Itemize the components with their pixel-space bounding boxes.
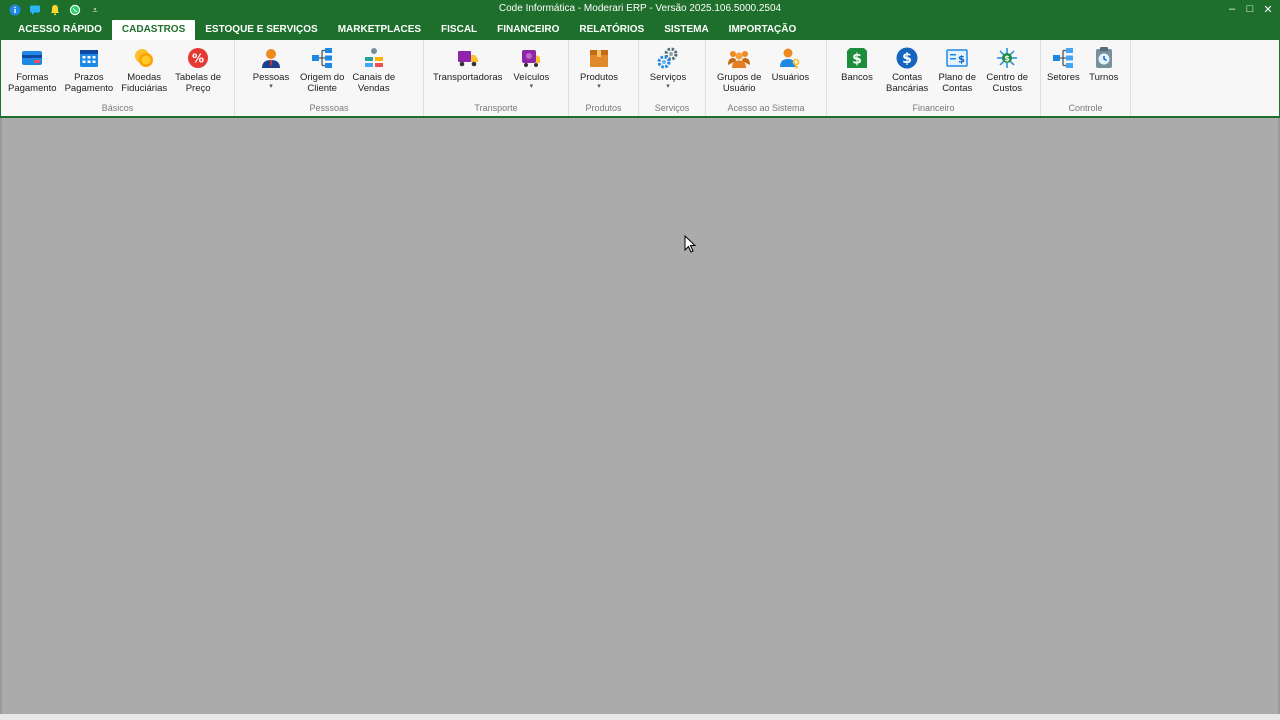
group-label-acesso-sistema: Acesso ao Sistema (727, 103, 805, 113)
ribbon-group-financeiro: $ Bancos $ Contas Bancárias $ Plano de C… (827, 40, 1041, 116)
svg-text:%: % (192, 52, 204, 66)
mouse-cursor-icon (684, 235, 696, 253)
hierarchy-icon (310, 46, 334, 70)
chart-accounts-icon: $ (945, 46, 969, 70)
coins-icon (132, 46, 156, 70)
user-key-icon (778, 46, 802, 70)
ribbon-group-pessoas: Pessoas ▾ Origem do Cliente Canais de Ve… (235, 40, 424, 116)
ribbon-group-servicos: Serviços ▾ Serviços (639, 40, 706, 116)
moedas-fiduciarias-button[interactable]: Moedas Fiduciárias (118, 44, 170, 102)
person-icon (259, 46, 283, 70)
tab-importacao[interactable]: IMPORTAÇÃO (719, 20, 807, 40)
shift-clock-icon (1092, 46, 1116, 70)
centro-de-custos-button[interactable]: $ Centro de Custos (983, 44, 1031, 102)
setores-button[interactable]: Setores (1044, 44, 1083, 102)
group-label-transporte: Transporte (474, 103, 518, 113)
bank-dollar-icon: $ (845, 46, 869, 70)
veiculos-button[interactable]: Veículos ▾ (507, 44, 555, 102)
cost-center-icon: $ (995, 46, 1019, 70)
formas-pagamento-button[interactable]: Formas Pagamento (5, 44, 60, 102)
prazos-pagamento-button[interactable]: Prazos Pagamento (62, 44, 117, 102)
ribbon-group-produtos: Produtos ▾ Produtos (569, 40, 639, 116)
close-button[interactable]: ✕ (1262, 2, 1274, 16)
group-label-produtos: Produtos (585, 103, 622, 113)
ribbon-group-basicos: Formas Pagamento Prazos Pagamento Moedas… (1, 40, 235, 116)
window-controls: ‒ □ ✕ (1226, 2, 1274, 16)
tab-cadastros[interactable]: CADASTROS (111, 20, 196, 40)
vehicle-icon (519, 46, 543, 70)
ribbon-panel: Formas Pagamento Prazos Pagamento Moedas… (0, 40, 1280, 118)
tab-sistema[interactable]: SISTEMA (654, 20, 718, 40)
ribbon-tab-strip: ACESSO RÁPIDO CADASTROS ESTOQUE E SERVIÇ… (0, 20, 1280, 40)
gears-icon (656, 46, 680, 70)
bancos-button[interactable]: $ Bancos (833, 44, 881, 102)
contas-bancarias-button[interactable]: $ Contas Bancárias (883, 44, 931, 102)
calendar-icon (77, 46, 101, 70)
grupos-de-usuario-button[interactable]: Grupos de Usuário (714, 44, 764, 102)
box-icon (587, 46, 611, 70)
tab-acesso-rapido[interactable]: ACESSO RÁPIDO (8, 20, 112, 40)
minimize-button[interactable]: ‒ (1226, 2, 1238, 16)
card-icon (20, 46, 44, 70)
canais-de-vendas-button[interactable]: Canais de Vendas (349, 44, 398, 102)
svg-text:$: $ (958, 55, 965, 66)
transportadoras-button[interactable]: Transportadoras (430, 44, 505, 102)
group-label-servicos: Serviços (654, 103, 690, 113)
svg-text:$: $ (852, 52, 862, 68)
pessoas-button[interactable]: Pessoas ▾ (247, 44, 295, 102)
dollar-circle-icon: $ (895, 46, 919, 70)
channels-icon (362, 46, 386, 70)
svg-text:$: $ (1004, 54, 1010, 63)
tab-marketplaces[interactable]: MARKETPLACES (328, 20, 431, 40)
produtos-button[interactable]: Produtos ▾ (575, 44, 623, 102)
status-bar (0, 714, 1280, 720)
tab-relatorios[interactable]: RELATÓRIOS (569, 20, 654, 40)
title-bar: ⩡ Code Informática - Moderari ERP - Vers… (0, 0, 1280, 20)
tabelas-de-preco-button[interactable]: % Tabelas de Preço (172, 44, 224, 102)
ribbon-group-controle: Setores Turnos Controle (1041, 40, 1131, 116)
group-label-pessoas: Pesssoas (309, 103, 349, 113)
plano-de-contas-button[interactable]: $ Plano de Contas (933, 44, 981, 102)
users-group-icon (727, 46, 751, 70)
maximize-button[interactable]: □ (1244, 2, 1256, 16)
servicos-button[interactable]: Serviços ▾ (644, 44, 692, 102)
group-label-basicos: Básicos (101, 103, 134, 113)
group-label-financeiro: Financeiro (912, 103, 955, 113)
origem-do-cliente-button[interactable]: Origem do Cliente (297, 44, 347, 102)
tab-fiscal[interactable]: FISCAL (431, 20, 487, 40)
window-title: Code Informática - Moderari ERP - Versão… (498, 3, 782, 14)
tab-estoque-servicos[interactable]: ESTOQUE E SERVIÇOS (195, 20, 327, 40)
ribbon-group-acesso-sistema: Grupos de Usuário Usuários Acesso ao Sis… (706, 40, 827, 116)
turnos-button[interactable]: Turnos (1085, 44, 1123, 102)
group-label-controle: Controle (1068, 103, 1103, 113)
percent-icon: % (186, 46, 210, 70)
mdi-workspace[interactable] (0, 118, 1280, 714)
sectors-icon (1051, 46, 1075, 70)
truck-icon (456, 46, 480, 70)
tab-financeiro[interactable]: FINANCEIRO (487, 20, 569, 40)
ribbon-group-transporte: Transportadoras Veículos ▾ Transporte (424, 40, 569, 116)
usuarios-button[interactable]: Usuários (766, 44, 814, 102)
svg-text:$: $ (902, 51, 912, 67)
